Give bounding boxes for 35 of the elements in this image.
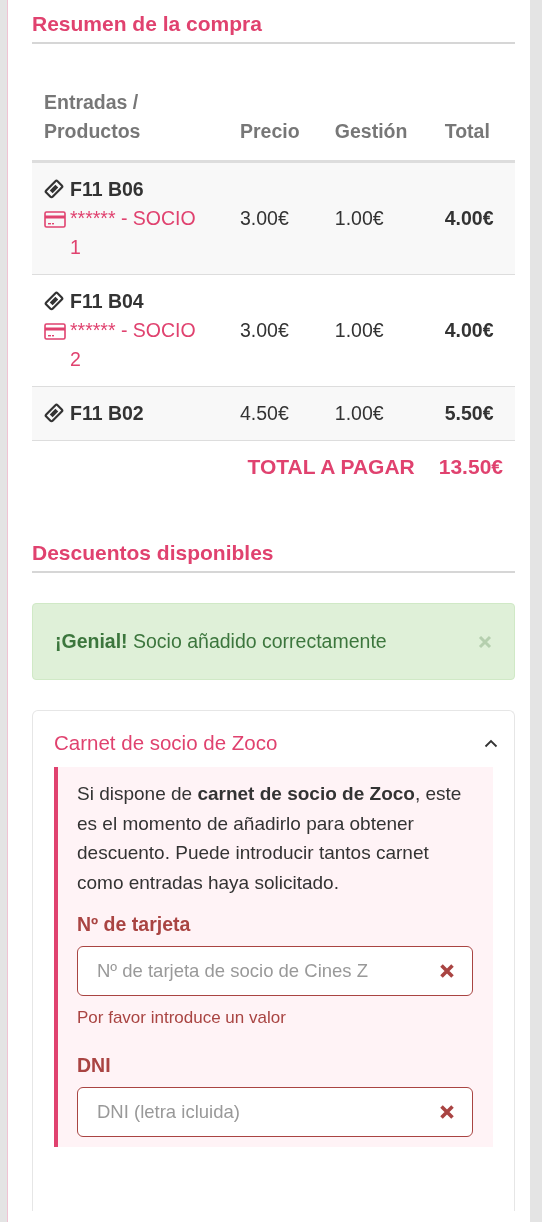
field-label: Nº de tarjeta	[77, 913, 192, 936]
total-cell: 4.00€	[432, 274, 515, 387]
card-icon	[44, 323, 66, 340]
total-cell: 4.00€	[432, 161, 515, 275]
ticket-icon	[44, 403, 64, 423]
card-header[interactable]: Carnet de socio de Zoco	[54, 711, 514, 767]
ticket-icon	[44, 291, 64, 311]
card-icon	[44, 211, 66, 228]
ticket-icon	[44, 179, 64, 199]
input-field[interactable]: Nº de tarjeta de socio de Cines Z	[77, 946, 473, 996]
section-title: Resumen de la compra	[32, 12, 263, 36]
section-title: Descuentos disponibles	[32, 541, 275, 565]
seat-label: F11 B02	[70, 401, 144, 426]
error-message: Por favor introduce un valor	[77, 1008, 287, 1028]
fee-cell: 1.00€	[322, 386, 433, 441]
price-cell: 3.00€	[228, 161, 323, 275]
member-label: ****** - SOCIO 2	[70, 318, 197, 372]
fee-cell: 1.00€	[322, 274, 433, 387]
alert-message: ¡Genial! Socio añadido correctamente	[55, 630, 387, 653]
card-title: Carnet de socio de Zoco	[54, 731, 278, 755]
member-label: ****** - SOCIO 1	[70, 206, 197, 260]
price-cell: 4.50€	[228, 386, 323, 441]
error-icon	[439, 1104, 455, 1120]
fee-cell: 1.00€	[322, 161, 433, 275]
total-cell: 5.50€	[432, 386, 515, 441]
error-icon	[439, 963, 455, 979]
total-amount: 13.50€	[438, 455, 503, 479]
input-field[interactable]: DNI (letra icluida)	[77, 1087, 473, 1137]
field-label: DNI	[77, 1054, 112, 1077]
seat-label: F11 B04	[70, 289, 144, 314]
price-cell: 3.00€	[228, 274, 323, 387]
description: Si dispone de carnet de socio de Zoco, este es el momento de añadirlo para obtener descuento. Puede introducir tantos carnet como entradas haya solicitado.	[77, 782, 463, 895]
seat-label: F11 B06	[70, 177, 144, 202]
total-label: TOTAL A PAGAR	[247, 455, 415, 479]
chevron-icon[interactable]	[484, 738, 498, 748]
